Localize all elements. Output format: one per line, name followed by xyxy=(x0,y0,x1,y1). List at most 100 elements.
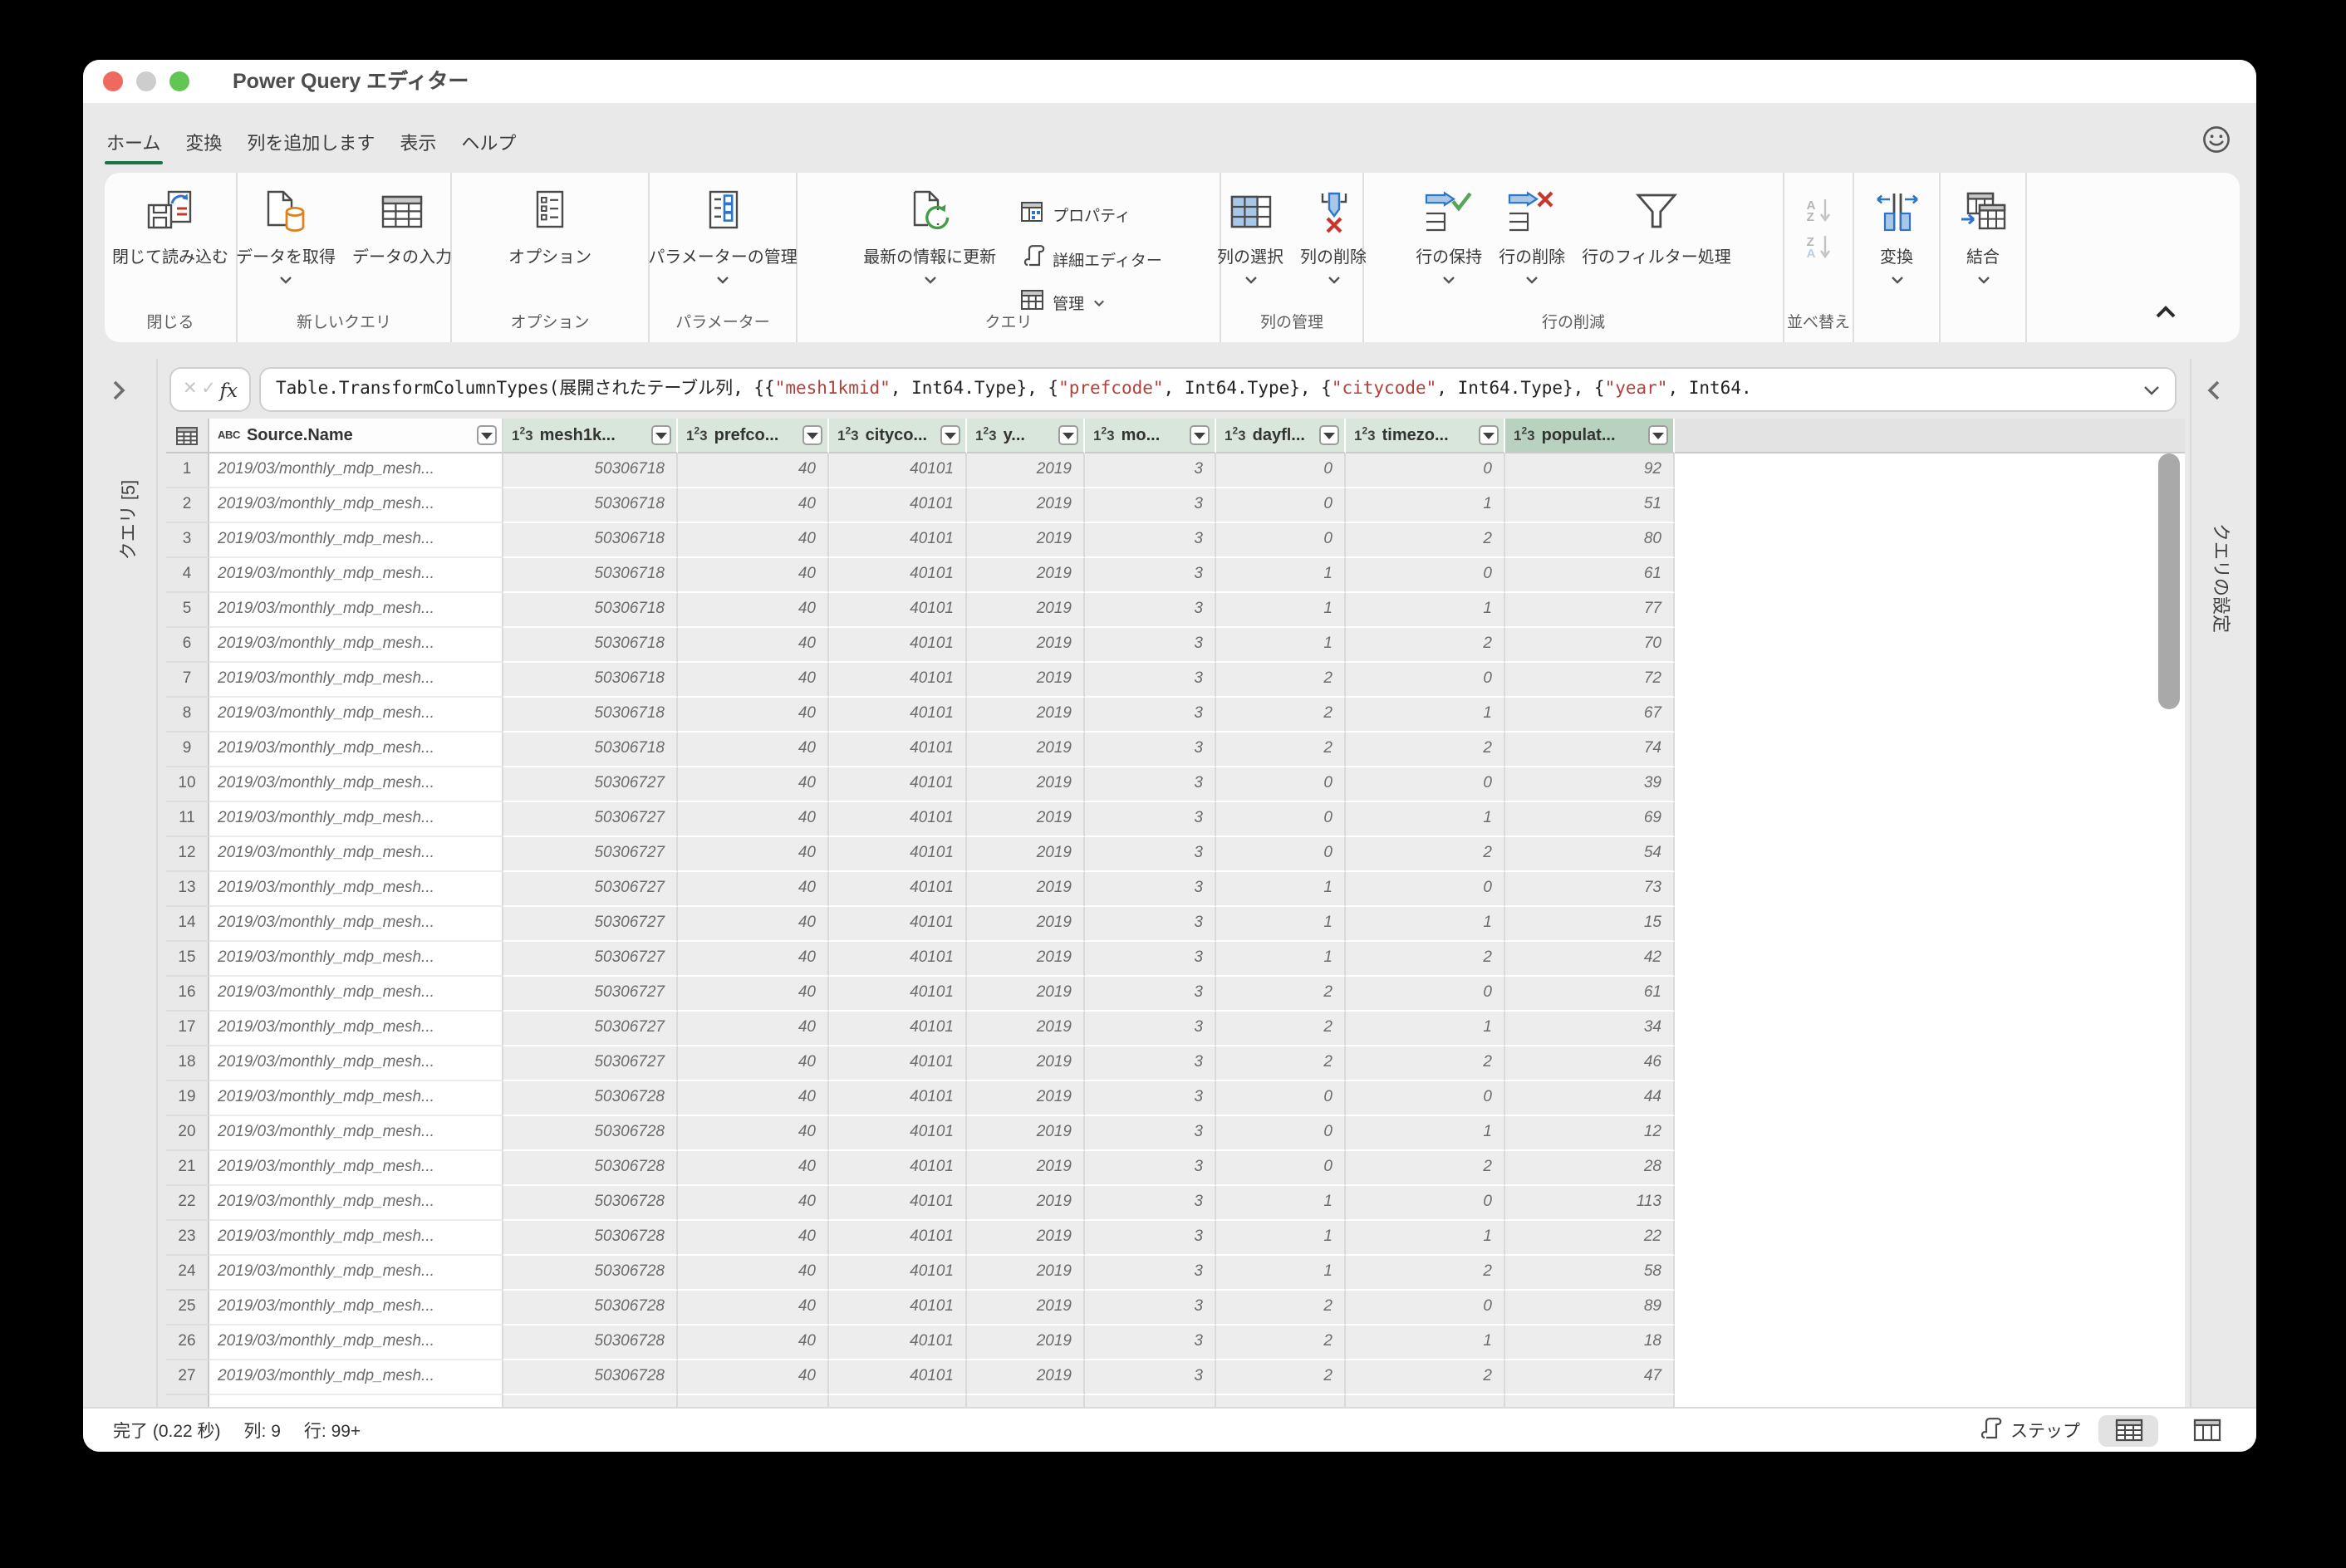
table-cell[interactable]: 89 xyxy=(1505,1291,1675,1325)
refresh-preview-button[interactable]: 最新の情報に更新 xyxy=(863,184,996,284)
table-cell[interactable]: 2 xyxy=(1216,1046,1346,1081)
table-cell[interactable]: 40101 xyxy=(829,1221,967,1256)
table-cell[interactable]: 3 xyxy=(1085,907,1216,942)
table-cell[interactable]: 3 xyxy=(1085,488,1216,523)
table-cell[interactable]: 40101 xyxy=(829,523,967,558)
table-cell[interactable]: 1 xyxy=(1346,1325,1505,1360)
table-cell[interactable]: 40 xyxy=(678,767,829,802)
table-cell[interactable]: 2019 xyxy=(967,1325,1085,1360)
table-cell[interactable]: 2019 xyxy=(967,1081,1085,1116)
table-cell[interactable]: 2019 xyxy=(967,523,1085,558)
table-cell[interactable]: 2019 xyxy=(967,628,1085,663)
table-cell[interactable]: 2 xyxy=(1346,1256,1505,1291)
table-cell[interactable]: 2 xyxy=(1216,663,1346,698)
table-cell[interactable]: 2019 xyxy=(967,1012,1085,1046)
table-cell[interactable]: 50306718 xyxy=(503,733,678,767)
table-cell[interactable]: 3 xyxy=(1085,942,1216,977)
column-header[interactable]: 123 timezo... xyxy=(1346,419,1505,453)
table-cell[interactable]: 40 xyxy=(678,593,829,628)
table-cell[interactable]: 44 xyxy=(1505,1081,1675,1116)
table-cell[interactable]: 0 xyxy=(1216,453,1346,488)
table-cell[interactable]: 72 xyxy=(1505,663,1675,698)
table-cell[interactable]: 69 xyxy=(1505,802,1675,837)
row-number[interactable]: 1 xyxy=(166,453,209,488)
table-cell[interactable]: 2019 xyxy=(967,698,1085,733)
table-cell[interactable]: 40 xyxy=(678,1256,829,1291)
table-cell[interactable]: 2019 xyxy=(967,733,1085,767)
table-cell[interactable]: 40 xyxy=(678,1116,829,1151)
table-cell[interactable]: 2019 xyxy=(967,767,1085,802)
table-cell[interactable]: 40101 xyxy=(829,453,967,488)
table-cell[interactable]: 50306718 xyxy=(503,628,678,663)
table-cell[interactable]: 40 xyxy=(678,1325,829,1360)
table-cell[interactable]: 3 xyxy=(1085,1221,1216,1256)
table-cell[interactable]: 3 xyxy=(1085,1360,1216,1395)
table-view-button[interactable] xyxy=(2098,1414,2158,1446)
table-cell[interactable]: 0 xyxy=(1346,977,1505,1012)
table-cell[interactable]: 0 xyxy=(1346,1081,1505,1116)
table-cell[interactable]: 50306728 xyxy=(503,1291,678,1325)
table-cell[interactable]: 61 xyxy=(1505,977,1675,1012)
row-number[interactable]: 2 xyxy=(166,488,209,523)
table-cell[interactable]: 2019/03/monthly_mdp_mesh... xyxy=(209,733,503,767)
table-cell[interactable]: 2019/03/monthly_mdp_mesh... xyxy=(209,558,503,593)
table-cell[interactable]: 40101 xyxy=(829,558,967,593)
column-filter-button[interactable] xyxy=(940,425,960,445)
table-cell[interactable]: 40 xyxy=(678,488,829,523)
table-cell[interactable]: 2019/03/monthly_mdp_mesh... xyxy=(209,1151,503,1186)
table-cell[interactable]: 2019/03/monthly_mdp_mesh... xyxy=(209,1046,503,1081)
table-cell[interactable]: 2 xyxy=(1216,1012,1346,1046)
table-cell[interactable]: 40 xyxy=(678,628,829,663)
table-cell[interactable]: 50306728 xyxy=(503,1116,678,1151)
row-number[interactable]: 5 xyxy=(166,593,209,628)
row-number[interactable]: 18 xyxy=(166,1046,209,1081)
table-cell[interactable]: 40101 xyxy=(829,1291,967,1325)
table-cell[interactable]: 28 xyxy=(1505,1151,1675,1186)
row-number[interactable]: 11 xyxy=(166,802,209,837)
table-cell[interactable]: 40 xyxy=(678,1360,829,1395)
table-cell[interactable]: 40101 xyxy=(829,1151,967,1186)
table-cell[interactable]: 40101 xyxy=(829,1325,967,1360)
table-cell[interactable]: 2019 xyxy=(967,942,1085,977)
table-cell[interactable]: 50306728 xyxy=(503,1186,678,1221)
row-number[interactable]: 26 xyxy=(166,1325,209,1360)
table-cell[interactable]: 3 xyxy=(1085,1116,1216,1151)
table-cell[interactable]: 2019 xyxy=(967,837,1085,872)
table-cell[interactable]: 40 xyxy=(678,523,829,558)
table-cell[interactable]: 1 xyxy=(1216,1221,1346,1256)
table-cell[interactable]: 3 xyxy=(1085,767,1216,802)
table-cell[interactable]: 50306718 xyxy=(503,523,678,558)
table-cell[interactable]: 40 xyxy=(678,907,829,942)
table-cell[interactable]: 2019/03/monthly_mdp_mesh... xyxy=(209,837,503,872)
options-button[interactable]: オプション xyxy=(508,184,591,267)
column-header[interactable]: 123 cityco... xyxy=(829,419,967,453)
filter-rows-button[interactable]: 行のフィルター処理 xyxy=(1582,184,1731,267)
table-cell[interactable]: 0 xyxy=(1346,872,1505,907)
column-filter-button[interactable] xyxy=(1319,425,1339,445)
table-cell[interactable]: 40 xyxy=(678,558,829,593)
column-filter-button[interactable] xyxy=(477,425,497,445)
table-cell[interactable]: 15 xyxy=(1505,907,1675,942)
table-cell[interactable]: 92 xyxy=(1505,453,1675,488)
table-cell[interactable]: 40101 xyxy=(829,628,967,663)
table-cell[interactable]: 2019/03/monthly_mdp_mesh... xyxy=(209,1291,503,1325)
table-cell[interactable]: 0 xyxy=(1346,1186,1505,1221)
table-cell[interactable]: 3 xyxy=(1085,977,1216,1012)
row-number[interactable]: 21 xyxy=(166,1151,209,1186)
table-cell[interactable]: 2019/03/monthly_mdp_mesh... xyxy=(209,977,503,1012)
table-cell[interactable]: 1 xyxy=(1346,488,1505,523)
table-cell[interactable]: 2019 xyxy=(967,663,1085,698)
combine-button[interactable]: 結合 xyxy=(1958,184,2008,284)
table-cell[interactable]: 40 xyxy=(678,942,829,977)
table-cell[interactable]: 2019/03/monthly_mdp_mesh... xyxy=(209,698,503,733)
table-cell[interactable]: 2019 xyxy=(967,1046,1085,1081)
table-cell[interactable]: 51 xyxy=(1505,488,1675,523)
transform-button[interactable]: 変換 xyxy=(1872,184,1921,284)
table-cell[interactable]: 2019 xyxy=(967,802,1085,837)
column-header[interactable]: 123 populat... xyxy=(1505,419,1675,453)
row-number[interactable]: 10 xyxy=(166,767,209,802)
table-cell[interactable]: 40101 xyxy=(829,1360,967,1395)
table-cell[interactable]: 3 xyxy=(1085,523,1216,558)
expand-settings-pane-icon[interactable] xyxy=(2206,379,2221,410)
sort-descending-button[interactable]: ZA xyxy=(1807,236,1831,260)
